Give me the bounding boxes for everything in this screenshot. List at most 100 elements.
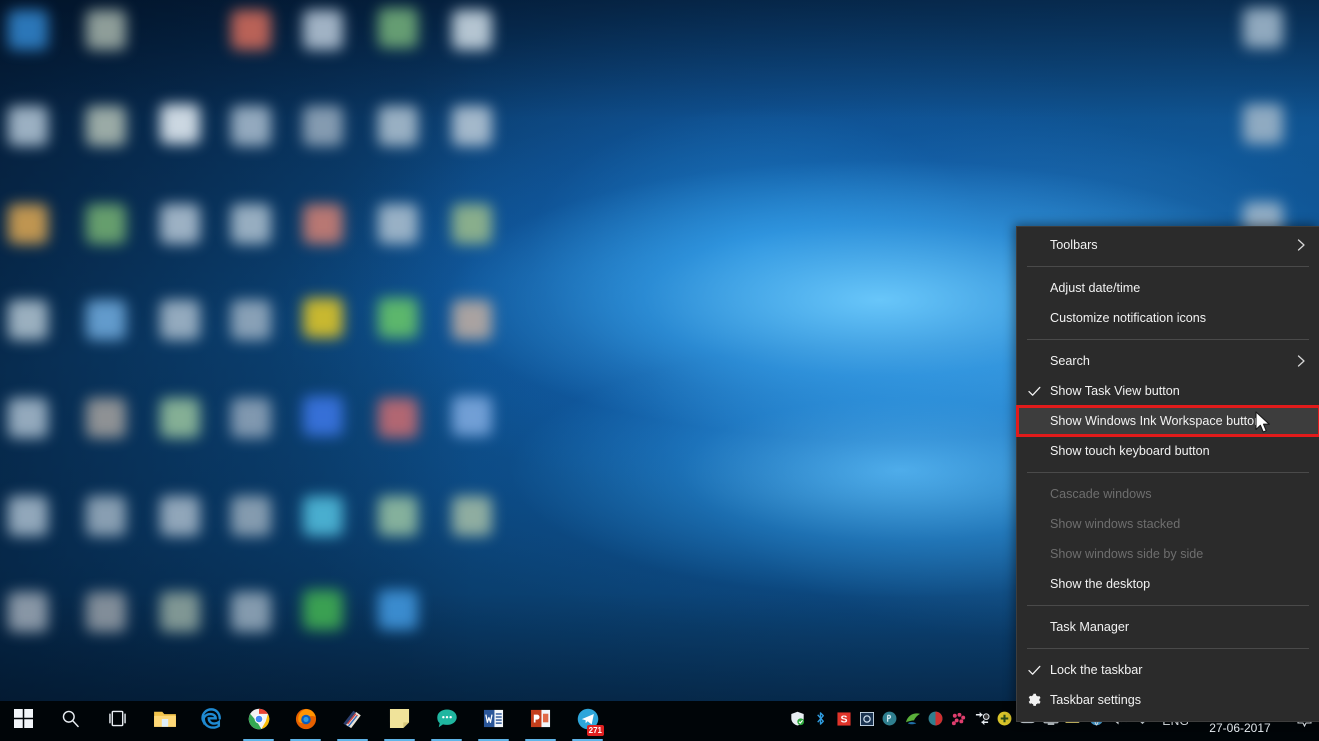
red-circle-icon: [928, 711, 943, 731]
taskbar-button-google-chrome[interactable]: [235, 701, 282, 741]
menu-item-lock-the-taskbar[interactable]: Lock the taskbar: [1017, 655, 1319, 685]
file-explorer-icon: [153, 709, 177, 734]
taskbar-button-sticky-notes[interactable]: [376, 701, 423, 741]
chevron-right-icon: [1295, 239, 1307, 251]
tray-icon-pink-cluster[interactable]: [947, 701, 970, 741]
taskbar-button-messaging[interactable]: [423, 701, 470, 741]
menu-item-toolbars[interactable]: Toolbars: [1017, 230, 1319, 260]
clock-date: 27-06-2017: [1209, 721, 1271, 735]
desktop-icon: [8, 300, 48, 340]
desktop-icon: [231, 106, 271, 146]
desktop-icon: [452, 300, 492, 340]
camera-square-icon: [859, 711, 874, 731]
shield-icon: [790, 711, 805, 731]
tray-icon-security-shield[interactable]: [786, 701, 809, 741]
desktop-icon: [378, 106, 418, 146]
desktop-icon: [1243, 104, 1283, 144]
s-square-icon: S: [837, 711, 851, 731]
desktop-icon: [303, 496, 343, 536]
tray-icon-s-app[interactable]: S: [832, 701, 855, 741]
tray-icon-bluetooth[interactable]: [809, 701, 832, 741]
sync-arrows-icon: [974, 711, 990, 731]
menu-separator: [1027, 605, 1309, 606]
desktop-icon: [231, 204, 271, 244]
desktop-screen: Toolbars Adjust date/time Customize notifi…: [0, 0, 1319, 741]
menu-item-label: Show Task View button: [1050, 384, 1180, 398]
desktop-icon: [303, 106, 343, 146]
chrome-icon: [248, 708, 270, 735]
menu-separator: [1027, 339, 1309, 340]
menu-item-label: Cascade windows: [1050, 487, 1152, 501]
chat-bubble-icon: [436, 708, 458, 734]
menu-item-show-touch-keyboard-button[interactable]: Show touch keyboard button: [1017, 436, 1319, 466]
taskbar-button-microsoft-edge[interactable]: [188, 701, 235, 741]
menu-item-label: Search: [1050, 354, 1090, 368]
menu-item-show-the-desktop[interactable]: Show the desktop: [1017, 569, 1319, 599]
desktop-icon: [303, 298, 343, 338]
desktop-icon: [160, 592, 200, 632]
taskbar-button-file-explorer[interactable]: [141, 701, 188, 741]
taskbar-button-task-view[interactable]: [94, 701, 141, 741]
menu-item-customize-notification-icons[interactable]: Customize notification icons: [1017, 303, 1319, 333]
menu-item-search[interactable]: Search: [1017, 346, 1319, 376]
tray-icon-green-swirl[interactable]: [901, 701, 924, 741]
checkmark-icon: [1026, 383, 1042, 399]
tray-icon-updater[interactable]: [993, 701, 1016, 741]
taskbar-button-search[interactable]: [47, 701, 94, 741]
menu-separator: [1027, 472, 1309, 473]
tray-icon-browser-helper[interactable]: [878, 701, 901, 741]
desktop-icon: [452, 204, 492, 244]
desktop-icon: [86, 204, 126, 244]
menu-item-adjust-date-time[interactable]: Adjust date/time: [1017, 273, 1319, 303]
plus-circle-icon: [997, 711, 1012, 731]
desktop-icon: [303, 10, 343, 50]
desktop-icon: [8, 398, 48, 438]
menu-item-task-manager[interactable]: Task Manager: [1017, 612, 1319, 642]
tray-icon-red-dot-app[interactable]: [924, 701, 947, 741]
desktop-icon: [303, 590, 343, 630]
taskbar-button-microsoft-powerpoint[interactable]: [517, 701, 564, 741]
books-icon: [341, 708, 364, 735]
taskbar-button-books-app[interactable]: [329, 701, 376, 741]
desktop-icon: [8, 10, 48, 50]
taskbar-pinned-apps[interactable]: 271: [0, 701, 611, 741]
taskbar-button-telegram[interactable]: 271: [564, 701, 611, 741]
menu-item-label: Customize notification icons: [1050, 311, 1207, 325]
desktop-icon: [86, 300, 126, 340]
dots-cluster-icon: [951, 712, 967, 731]
desktop-icon: [160, 496, 200, 536]
menu-item-taskbar-settings[interactable]: Taskbar settings: [1017, 685, 1319, 715]
windows-logo-icon: [14, 709, 33, 733]
menu-item-cascade-windows: Cascade windows: [1017, 479, 1319, 509]
desktop-icon: [303, 204, 343, 244]
word-icon: [483, 708, 504, 734]
desktop-icon: [86, 496, 126, 536]
desktop-icon: [378, 496, 418, 536]
desktop-icon: [378, 590, 418, 630]
menu-item-label: Show windows stacked: [1050, 517, 1181, 531]
desktop-icon: [231, 398, 271, 438]
menu-item-show-windows-ink-workspace-button[interactable]: Show Windows Ink Workspace button: [1016, 405, 1319, 437]
powerpoint-icon: [530, 708, 551, 734]
desktop-icon: [86, 10, 126, 50]
menu-item-show-windows-stacked: Show windows stacked: [1017, 509, 1319, 539]
taskbar-context-menu[interactable]: Toolbars Adjust date/time Customize notifi…: [1016, 226, 1319, 722]
taskbar-button-microsoft-word[interactable]: [470, 701, 517, 741]
desktop-icon: [452, 106, 492, 146]
circle-b-icon: [882, 711, 897, 731]
desktop-icon: [378, 398, 418, 438]
desktop-icon: [8, 592, 48, 632]
leaf-swirl-icon: [905, 711, 921, 731]
desktop-icon: [8, 496, 48, 536]
tray-icon-camera-utility[interactable]: [855, 701, 878, 741]
taskbar-button-mozilla-firefox[interactable]: [282, 701, 329, 741]
menu-item-show-task-view-button[interactable]: Show Task View button: [1017, 376, 1319, 406]
desktop-icon: [452, 496, 492, 536]
tray-icon-network-sync[interactable]: [970, 701, 993, 741]
desktop-icon: [160, 398, 200, 438]
firefox-icon: [295, 708, 317, 735]
taskbar-button-start[interactable]: [0, 701, 47, 741]
menu-item-label: Show Windows Ink Workspace button: [1050, 414, 1262, 428]
menu-item-label: Show the desktop: [1050, 577, 1151, 591]
desktop-icon: [231, 10, 271, 50]
